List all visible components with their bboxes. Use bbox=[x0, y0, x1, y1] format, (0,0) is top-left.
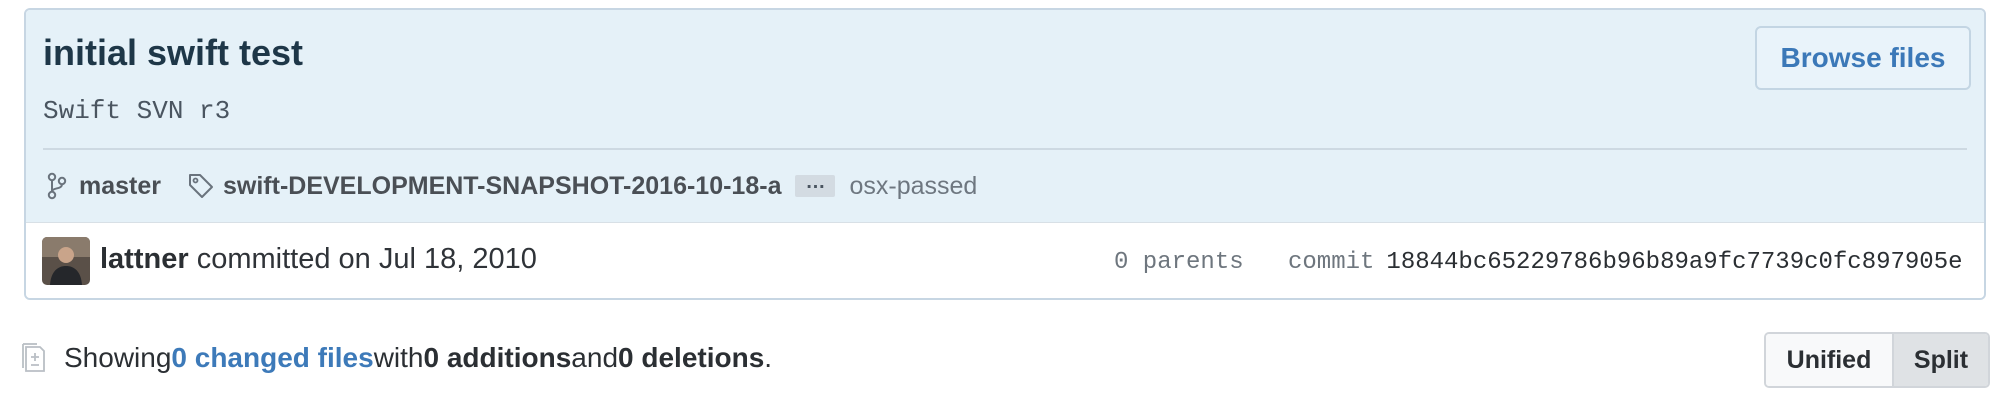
commit-header: initial swift test Swift SVN r3 Browse f… bbox=[26, 10, 1984, 222]
showing-text: Showing bbox=[64, 342, 172, 373]
commit-sha: 18844bc65229786b96b89a9fc7739c0fc897905e bbox=[1386, 249, 1963, 276]
changed-files-link[interactable]: 0 changed files bbox=[171, 342, 373, 374]
with-text: with bbox=[373, 342, 424, 373]
unified-view-button[interactable]: Unified bbox=[1766, 334, 1894, 386]
deletions-count: 0 deletions bbox=[618, 342, 765, 373]
commit-meta: lattner committed on Jul 18, 2010 0 pare… bbox=[26, 222, 1984, 298]
diff-view-toggle: Unified Split bbox=[1764, 332, 1990, 388]
header-divider bbox=[43, 148, 1967, 150]
tag-ref: swift-DEVELOPMENT-SNAPSHOT-2016-10-18-a bbox=[187, 170, 781, 202]
diff-summary: Showing 0 changed files with 0 additions… bbox=[22, 338, 772, 378]
committed-date-text: committed on Jul 18, 2010 bbox=[196, 243, 537, 275]
avatar[interactable] bbox=[42, 237, 90, 285]
extra-ref-label: osx-passed bbox=[849, 171, 978, 200]
period-text: . bbox=[764, 342, 773, 373]
commit-sha-block: commit 18844bc65229786b96b89a9fc7739c0fc8… bbox=[1288, 249, 1963, 276]
sha-label: commit bbox=[1288, 249, 1375, 276]
commit-description: Swift SVN r3 bbox=[43, 96, 231, 126]
author-link[interactable]: lattner bbox=[100, 243, 189, 275]
browse-files-button[interactable]: Browse files bbox=[1755, 26, 1971, 90]
commit-box: initial swift test Swift SVN r3 Browse f… bbox=[24, 8, 1986, 300]
tag-link[interactable]: swift-DEVELOPMENT-SNAPSHOT-2016-10-18-a bbox=[223, 172, 781, 201]
and-text: and bbox=[571, 342, 619, 373]
commit-title: initial swift test bbox=[43, 32, 304, 73]
commit-refs: master swift-DEVELOPMENT-SNAPSHOT-2016-1… bbox=[43, 166, 977, 206]
more-refs-button[interactable]: … bbox=[795, 172, 836, 197]
file-diff-icon bbox=[22, 343, 45, 372]
parents-count: 0 parents bbox=[1114, 249, 1244, 276]
split-view-button[interactable]: Split bbox=[1894, 334, 1988, 386]
tag-icon bbox=[187, 170, 215, 202]
additions-count: 0 additions bbox=[423, 342, 572, 373]
branch-link[interactable]: master bbox=[79, 172, 161, 201]
git-branch-icon bbox=[43, 170, 71, 202]
author-line: lattner committed on Jul 18, 2010 bbox=[100, 243, 537, 276]
